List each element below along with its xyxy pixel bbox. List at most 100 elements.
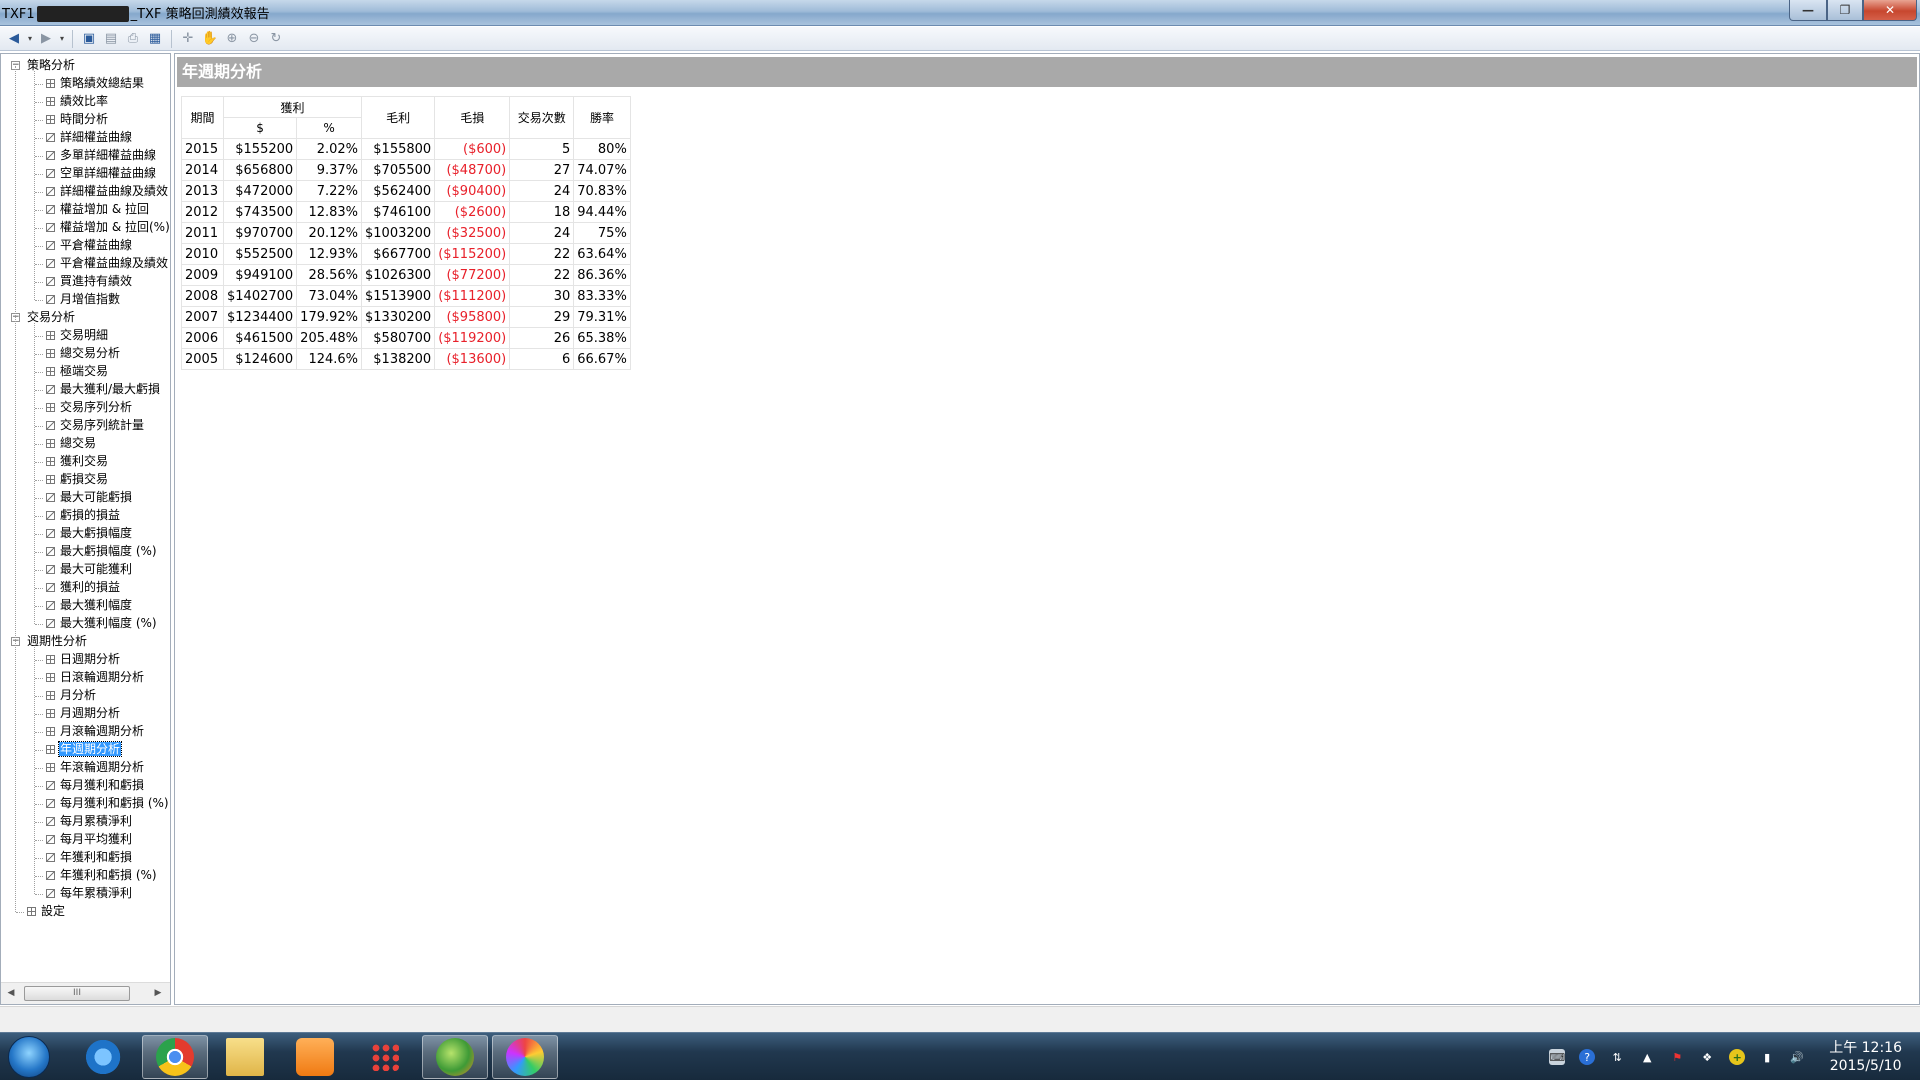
tree-item[interactable]: 平倉權益曲線 (46, 237, 133, 254)
tree-item[interactable]: 最大獲利/最大虧損 (46, 381, 161, 398)
refresh-icon[interactable]: ↻ (266, 29, 286, 49)
tree-item[interactable]: 買進持有績效 (46, 273, 133, 290)
tree-item[interactable]: 最大虧損幅度 (46, 525, 133, 542)
save-icon[interactable]: ▣ (79, 29, 99, 49)
tree-item[interactable]: 獲利交易 (46, 453, 109, 470)
back-dropdown-icon[interactable]: ▾ (26, 29, 34, 49)
print-icon[interactable]: ⎙ (123, 29, 143, 49)
tree-item[interactable]: 月滾輪週期分析 (46, 723, 145, 740)
taskbar-paint[interactable] (492, 1035, 558, 1079)
zoom-in-icon[interactable]: ⊕ (222, 29, 242, 49)
scroll-right-icon[interactable]: ▶ (152, 987, 164, 999)
network-status-icon[interactable]: ⇅ (1609, 1049, 1625, 1065)
tree-item[interactable]: 最大虧損幅度 (%) (46, 543, 158, 560)
tree-item[interactable]: 年獲利和虧損 (46, 849, 133, 866)
tree-item-label: 年獲利和虧損 (60, 850, 133, 864)
cell-gross-loss: ($111200) (434, 285, 511, 307)
tree-item[interactable]: 交易序列分析 (46, 399, 133, 416)
tree-item[interactable]: 每年累積淨利 (46, 885, 133, 902)
tree-item[interactable]: 多單詳細權益曲線 (46, 147, 157, 164)
taskbar-chrome[interactable] (142, 1035, 208, 1079)
tree-horizontal-scrollbar[interactable]: ◀ III ▶ (1, 982, 170, 1004)
tree-item[interactable]: 總交易分析 (46, 345, 121, 362)
minimize-button[interactable]: — (1789, 0, 1827, 21)
action-center-flag-icon[interactable]: ⚑ (1669, 1049, 1685, 1065)
tree-connector (35, 480, 43, 481)
tree-item[interactable]: 每月獲利和虧損 (46, 777, 145, 794)
move-icon[interactable]: ✛ (178, 29, 198, 49)
hand-icon[interactable]: ✋ (200, 29, 220, 49)
tree-item[interactable]: 最大可能虧損 (46, 489, 133, 506)
show-hidden-icons-icon[interactable]: ▲ (1639, 1049, 1655, 1065)
tree-item[interactable]: 權益增加 & 拉回 (46, 201, 150, 218)
tree-item[interactable]: 日週期分析 (46, 651, 121, 668)
tree-item[interactable]: 最大獲利幅度 (46, 597, 133, 614)
cell-profit: $656800 (222, 159, 298, 181)
tree-connector (35, 444, 43, 445)
tree-item-label: 虧損的損益 (60, 508, 121, 522)
cell-gross-loss: ($95800) (434, 306, 511, 328)
tree-item[interactable]: 年獲利和虧損 (%) (46, 867, 158, 884)
close-button[interactable]: ✕ (1863, 0, 1917, 21)
maximize-button[interactable]: ❐ (1827, 0, 1863, 21)
forward-dropdown-icon[interactable]: ▾ (58, 29, 66, 49)
tree-item[interactable]: 月增值指數 (46, 291, 121, 308)
tree-item[interactable]: 月分析 (46, 687, 97, 704)
tree-item[interactable]: 空單詳細權益曲線 (46, 165, 157, 182)
tree-item[interactable]: 每月累積淨利 (46, 813, 133, 830)
tree-connector (35, 174, 43, 175)
tree-item-settings[interactable]: 設定 (27, 903, 66, 920)
tree-item[interactable]: 總交易 (46, 435, 97, 452)
zoom-out-icon[interactable]: ⊖ (244, 29, 264, 49)
back-icon[interactable]: ◀ (4, 29, 24, 49)
signal-icon[interactable]: ▮ (1759, 1049, 1775, 1065)
tree-item[interactable]: 交易序列統計量 (46, 417, 145, 434)
tree-item[interactable]: 策略績效總結果 (46, 75, 145, 92)
dropbox-icon[interactable]: ❖ (1699, 1049, 1715, 1065)
chart-report-icon (46, 169, 55, 178)
tree-item[interactable]: 極端交易 (46, 363, 109, 380)
tree-item[interactable]: 年週期分析 (46, 741, 123, 758)
tree-item[interactable]: 虧損的損益 (46, 507, 121, 524)
clock[interactable]: 上午 12:16 2015/5/10 (1829, 1039, 1902, 1075)
layout-icon[interactable]: ▦ (145, 29, 165, 49)
tree-item[interactable]: 每月平均獲利 (46, 831, 133, 848)
window-title-bar[interactable]: TXF1 _TXF 策略回測績效報告 — ❐ ✕ (0, 0, 1920, 26)
cell-win-rate: 83.33% (573, 285, 631, 307)
tree-connector (35, 354, 43, 355)
tree-item[interactable]: 詳細權益曲線及績效 (46, 183, 169, 200)
volume-icon[interactable]: 🔊 (1789, 1049, 1805, 1065)
taskbar-app-grid[interactable] (352, 1035, 418, 1079)
taskbar-multicharts[interactable] (422, 1035, 488, 1079)
tree-item[interactable]: 最大可能獲利 (46, 561, 133, 578)
help-icon[interactable]: ? (1579, 1049, 1596, 1065)
navigation-tree[interactable]: − 策略分析 策略績效總結果 績效比率 時間分析 詳細權益曲線 多單詳細權益曲線 空單詳細權益… (0, 53, 171, 1005)
start-button[interactable] (8, 1036, 50, 1078)
tree-item[interactable]: 每月獲利和虧損 (%) (46, 795, 170, 812)
taskbar-file-explorer[interactable] (212, 1035, 278, 1079)
tree-item[interactable]: 日滾輪週期分析 (46, 669, 145, 686)
tree-item[interactable]: 詳細權益曲線 (46, 129, 133, 146)
tree-item[interactable]: 月週期分析 (46, 705, 121, 722)
tree-item[interactable]: 時間分析 (46, 111, 109, 128)
update-plus-icon[interactable]: + (1729, 1049, 1746, 1065)
page-setup-icon[interactable]: ▤ (101, 29, 121, 49)
tree-group[interactable]: 週期性分析 (26, 633, 88, 650)
tree-item-label: 平倉權益曲線及績效 (60, 256, 169, 270)
tree-item-label: 每月平均獲利 (60, 832, 133, 846)
tree-item[interactable]: 績效比率 (46, 93, 109, 110)
scroll-left-icon[interactable]: ◀ (5, 987, 17, 999)
scrollbar-thumb[interactable]: III (24, 986, 130, 1001)
tree-item[interactable]: 平倉權益曲線及績效 (46, 255, 169, 272)
tree-item[interactable]: 虧損交易 (46, 471, 109, 488)
tree-item[interactable]: 獲利的損益 (46, 579, 121, 596)
tree-item[interactable]: 最大獲利幅度 (%) (46, 615, 158, 632)
forward-icon[interactable]: ▶ (36, 29, 56, 49)
keyboard-icon[interactable]: ⌨ (1549, 1049, 1566, 1065)
tree-connector (35, 768, 43, 769)
taskbar-media-player[interactable] (282, 1035, 348, 1079)
tree-item[interactable]: 交易明細 (46, 327, 109, 344)
taskbar-internet-explorer[interactable] (72, 1035, 138, 1079)
tree-item[interactable]: 年滾輪週期分析 (46, 759, 145, 776)
tree-item[interactable]: 權益增加 & 拉回(%) (46, 219, 170, 236)
